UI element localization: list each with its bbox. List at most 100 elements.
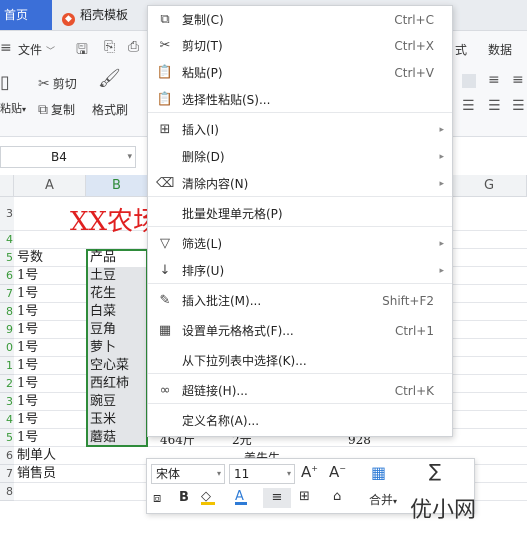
row-header[interactable]: 8 xyxy=(0,483,14,501)
cell-b[interactable]: 空心菜 xyxy=(90,357,129,375)
cell-b[interactable]: 豆角 xyxy=(90,321,116,339)
paste-button[interactable]: 粘贴▾ xyxy=(0,100,26,116)
context-menu-item[interactable]: ✎ 插入批注(M)... Shift+F2 xyxy=(148,288,452,314)
cell-a[interactable]: 1号 xyxy=(17,429,38,447)
fill-color-icon[interactable]: ◇ xyxy=(201,489,215,505)
row-header[interactable]: 5 xyxy=(0,429,14,447)
chevron-right-icon: ▸ xyxy=(439,125,444,135)
cell-b[interactable]: 白菜 xyxy=(90,303,116,321)
row-header[interactable]: 1 xyxy=(0,357,14,375)
column-header-b[interactable]: B xyxy=(86,175,148,197)
cell-b[interactable]: 玉米 xyxy=(90,411,116,429)
paste-icon[interactable]: ▯ xyxy=(0,72,22,94)
bold-button[interactable]: B xyxy=(179,490,189,505)
copy-button[interactable]: ⧉ 复制 xyxy=(38,101,75,118)
link-icon: ∞ xyxy=(159,383,171,398)
context-menu-label: 插入批注(M)... xyxy=(182,294,262,308)
merge-cells-icon[interactable]: ▦ xyxy=(371,463,386,482)
context-menu-item[interactable]: ↓ 排序(U) ▸ xyxy=(148,258,452,284)
clear-format-icon[interactable]: ⌂ xyxy=(333,489,341,504)
column-header-g[interactable]: G xyxy=(452,175,527,197)
cell-b[interactable]: 花生 xyxy=(90,285,116,303)
context-menu-item[interactable]: 删除(D) ▸ xyxy=(148,144,452,170)
font-size-select[interactable]: 11 ▾ xyxy=(229,464,295,484)
row-header[interactable]: 8 xyxy=(0,303,14,321)
cell-b[interactable]: 蘑菇 xyxy=(90,429,116,447)
context-menu-item[interactable]: 📋 选择性粘贴(S)... xyxy=(148,87,452,113)
row-header[interactable]: 4 xyxy=(0,411,14,429)
cell-a[interactable]: 1号 xyxy=(17,375,38,393)
tab-formula[interactable]: 式 xyxy=(455,41,467,58)
print-icon[interactable]: ⎙ xyxy=(128,39,139,55)
merge-button[interactable]: 合并▾ xyxy=(369,491,397,508)
row-header[interactable]: 6 xyxy=(0,267,14,285)
context-menu-item[interactable]: 批量处理单元格(P) xyxy=(148,201,452,227)
file-menu[interactable]: 文件 ﹀ xyxy=(18,41,55,58)
cell-a[interactable]: 1号 xyxy=(17,411,38,429)
select-all-corner[interactable] xyxy=(0,175,14,197)
format-brush-icon[interactable]: ⧈ xyxy=(153,491,161,506)
decrease-font-icon[interactable]: A− xyxy=(329,463,346,481)
autosum-icon[interactable]: ∑ xyxy=(429,461,441,482)
cut-button[interactable]: ✂ 剪切 xyxy=(38,75,77,92)
cell-a[interactable]: 1号 xyxy=(17,339,38,357)
format-painter-icon[interactable]: 🖌 xyxy=(98,68,121,89)
context-menu-item[interactable]: ▽ 筛选(L) ▸ xyxy=(148,231,452,257)
cell-a[interactable]: 号数 xyxy=(17,249,43,267)
align-center-icon[interactable]: ☰ xyxy=(488,98,501,114)
cell-b[interactable]: 萝卜 xyxy=(90,339,116,357)
row-header[interactable]: 7 xyxy=(0,285,14,303)
hamburger-icon[interactable]: ≡ xyxy=(0,40,12,56)
increase-font-icon[interactable]: A+ xyxy=(301,463,318,481)
context-menu-item[interactable]: 从下拉列表中选择(K)... xyxy=(148,348,452,374)
align-right-icon[interactable]: ☰ xyxy=(512,98,525,114)
format-painter-label[interactable]: 格式刷 xyxy=(92,101,128,118)
cell-a[interactable]: 1号 xyxy=(17,393,38,411)
align-left-icon[interactable]: ☰ xyxy=(462,98,475,114)
font-family-select[interactable]: 宋体 ▾ xyxy=(151,464,225,484)
row-header[interactable]: 7 xyxy=(0,465,14,483)
context-menu-item[interactable]: ✂ 剪切(T) Ctrl+X xyxy=(148,33,452,59)
borders-icon[interactable]: ⊞ xyxy=(299,489,310,504)
cell-b[interactable]: 豌豆 xyxy=(90,393,116,411)
name-box[interactable]: B4 ▾ xyxy=(0,146,136,168)
center-align-icon[interactable]: ≡ xyxy=(263,488,291,508)
context-menu-item[interactable]: ▦ 设置单元格格式(F)... Ctrl+1 xyxy=(148,318,452,344)
align-middle-icon[interactable]: ≡ xyxy=(488,72,500,88)
save-icon[interactable]: 🖫 xyxy=(76,39,88,63)
align-bottom-icon[interactable]: ≡ xyxy=(512,72,524,88)
row-header[interactable]: 6 xyxy=(0,447,14,465)
context-menu-item[interactable]: ∞ 超链接(H)... Ctrl+K xyxy=(148,378,452,404)
format-cells-icon: ▦ xyxy=(158,323,172,338)
cell-b[interactable]: 西红柿 xyxy=(90,375,129,393)
row-header[interactable]: 5 xyxy=(0,249,14,267)
row-header[interactable]: 0 xyxy=(0,339,14,357)
cell-a[interactable]: 1号 xyxy=(17,285,38,303)
row-header[interactable]: 9 xyxy=(0,321,14,339)
font-color-icon[interactable]: A xyxy=(235,489,247,505)
column-header-a[interactable]: A xyxy=(14,175,86,197)
context-menu-item[interactable]: 📋 粘贴(P) Ctrl+V xyxy=(148,60,452,86)
context-menu-shortcut: Shift+F2 xyxy=(382,294,434,308)
export-icon[interactable]: ⎘ xyxy=(104,39,115,55)
row-header[interactable]: 4 xyxy=(0,231,14,249)
cell-a[interactable]: 制单人 xyxy=(17,447,56,465)
cell-a[interactable]: 销售员 xyxy=(17,465,56,483)
cell-a[interactable]: 1号 xyxy=(17,357,38,375)
cell-a[interactable]: 1号 xyxy=(17,303,38,321)
context-menu-item[interactable]: ⊞ 插入(I) ▸ xyxy=(148,117,452,143)
row-header[interactable]: 3 xyxy=(0,197,14,231)
tab-home[interactable]: 首页 xyxy=(0,0,52,30)
context-menu-item[interactable]: ⧉ 复制(C) Ctrl+C xyxy=(148,7,452,33)
tab-template[interactable]: ◆ 稻壳模板 xyxy=(62,0,128,30)
cell-a[interactable]: 1号 xyxy=(17,321,38,339)
row-header[interactable]: 3 xyxy=(0,393,14,411)
cell-b[interactable]: 土豆 xyxy=(90,267,116,285)
context-menu-item[interactable]: 定义名称(A)... xyxy=(148,408,452,434)
align-top-icon[interactable] xyxy=(462,74,476,88)
tab-data[interactable]: 数据 xyxy=(488,41,512,58)
cell-b[interactable]: 产品 xyxy=(90,249,116,267)
cell-a[interactable]: 1号 xyxy=(17,267,38,285)
row-header[interactable]: 2 xyxy=(0,375,14,393)
context-menu-item[interactable]: ⌫ 清除内容(N) ▸ xyxy=(148,171,452,197)
